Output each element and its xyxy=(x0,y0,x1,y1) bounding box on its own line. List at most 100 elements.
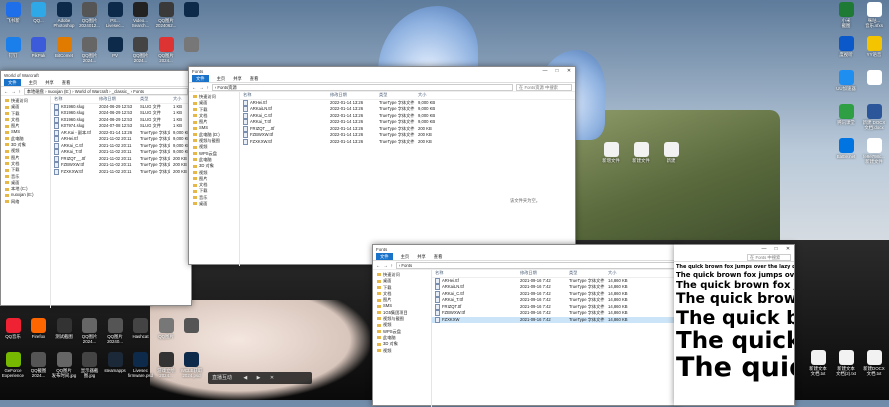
desktop-icon[interactable]: Battle.net xyxy=(833,138,859,159)
file-row[interactable]: FZXKXW.ttf 2021-11-02 20:11 TrueType 字体文件2… xyxy=(51,168,191,176)
title-bar[interactable]: Fonts xyxy=(373,245,678,253)
desktop-icon[interactable]: QQ图片 2024... xyxy=(77,318,103,344)
explorer-window-front[interactable]: Fonts 文件 主页 共享 查看 ← → ↑ › Fonts 快速访问 桌面 下载 文档 图片 S… xyxy=(372,244,679,407)
desktop-icon[interactable]: QQ图片 发布时间.jpg xyxy=(51,352,77,378)
nav-item[interactable]: 桌面 xyxy=(189,201,239,207)
desktop-icon[interactable]: BitComet xyxy=(51,37,77,58)
close-icon[interactable]: ✕ xyxy=(563,68,575,74)
desktop-icon[interactable]: fe8e798c... 新建文件 xyxy=(861,138,887,164)
ribbon-tab[interactable]: 查看 xyxy=(250,76,259,82)
ribbon-tab[interactable]: 共享 xyxy=(233,76,242,82)
ribbon-tab[interactable]: 主页 xyxy=(29,80,38,86)
file-row[interactable]: FZXKXW 2021-09-16 7:42 TrueType 字体文件 14,860… xyxy=(432,316,678,323)
desktop-icon[interactable]: QQ图片 2024012... xyxy=(77,2,103,28)
desktop-icon[interactable]: 小米 截图 xyxy=(833,2,859,28)
up-arrow-icon[interactable]: ↑ xyxy=(207,85,209,90)
controls-icon[interactable]: ◀ ▶ ✕ xyxy=(243,375,278,381)
column-header-cell[interactable]: 修改日期 xyxy=(327,92,376,99)
desktop-icon[interactable]: 咪咕... 音乐.sfxs xyxy=(861,2,887,28)
desktop-icon[interactable]: 新建 xyxy=(658,142,684,163)
column-header-cell[interactable]: 修改日期 xyxy=(517,270,566,277)
title-bar[interactable]: — □ ✕ xyxy=(674,245,794,253)
desktop-icon[interactable] xyxy=(179,37,205,53)
address-path[interactable]: 本地磁盘 › nuoxjan (E:) › World of Warcraft … xyxy=(23,87,188,95)
desktop-icon[interactable]: QQ图片 2024062... xyxy=(153,2,179,28)
nav-item[interactable]: 视频 xyxy=(373,348,431,354)
close-icon[interactable]: ✕ xyxy=(782,246,794,252)
desktop-icon[interactable]: 新建文件 xyxy=(628,142,654,163)
ribbon-tab[interactable]: 共享 xyxy=(45,80,54,86)
search-input[interactable]: 在 Fonts资源 中搜索 xyxy=(516,83,572,91)
ribbon-tab[interactable]: 文件 xyxy=(192,75,209,82)
minimize-icon[interactable]: — xyxy=(758,246,770,252)
desktop-icon[interactable]: QQ图片 20240... xyxy=(102,318,128,344)
column-header-cell[interactable]: 大小 xyxy=(605,270,638,277)
file-row[interactable]: FZXKXW.ttf 2022-01-14 13:26 TrueType 字体文件 2… xyxy=(240,138,575,146)
font-preview-window[interactable]: — □ ✕ 在 Fonts 中搜索 The quick brown fox jump… xyxy=(674,244,795,406)
desktop-icon[interactable]: 腾讯课堂 xyxy=(833,104,859,125)
nav-item[interactable]: 网络 xyxy=(1,199,50,205)
back-arrow-icon[interactable]: ← xyxy=(4,89,8,94)
ribbon-tab[interactable]: 主页 xyxy=(401,254,410,260)
forward-arrow-icon[interactable]: → xyxy=(199,85,203,90)
desktop-icon[interactable]: PS... Livesec... xyxy=(102,2,128,28)
desktop-icon[interactable]: PV xyxy=(102,37,128,58)
address-path[interactable]: › Fonts资源 xyxy=(211,83,513,91)
address-path[interactable]: › Fonts xyxy=(395,261,675,269)
desktop-icon[interactable]: 测试截图 xyxy=(51,318,77,339)
address-bar[interactable]: ← → ↑ › Fonts资源 在 Fonts资源 中搜索 xyxy=(189,83,575,92)
ribbon-tab[interactable]: 文件 xyxy=(376,253,393,260)
desktop-icon[interactable]: GeForce Experience xyxy=(0,352,26,378)
back-arrow-icon[interactable]: ← xyxy=(376,263,380,268)
ribbon-tab[interactable]: 文件 xyxy=(4,79,21,86)
column-header-cell[interactable]: 大小 xyxy=(415,92,448,99)
maximize-icon[interactable]: □ xyxy=(770,246,782,252)
desktop-icon[interactable]: 新建文本 文档(2).txt xyxy=(833,350,859,376)
maximize-icon[interactable]: □ xyxy=(551,68,563,74)
minimize-icon[interactable]: — xyxy=(539,68,551,74)
desktop-icon[interactable]: Video... Search... xyxy=(128,2,154,28)
desktop-icon[interactable]: 新建文本 文档.txt xyxy=(805,350,831,376)
desktop-icon[interactable]: 新建 DOCX 文档.docx xyxy=(861,104,887,130)
address-bar[interactable]: ← → ↑ › Fonts xyxy=(373,261,678,270)
address-bar[interactable]: ← → ↑ 本地磁盘 › nuoxjan (E:) › World of Warcra… xyxy=(1,87,191,96)
desktop-icon[interactable]: steamapps xyxy=(102,352,128,373)
search-bar[interactable]: 在 Fonts 中搜索 xyxy=(674,253,794,262)
desktop-icon[interactable]: QQ图片 2024... xyxy=(128,37,154,63)
desktop-icon[interactable]: 游戏立绘 2024... xyxy=(153,352,179,378)
desktop-icon[interactable] xyxy=(179,2,205,18)
desktop-icon[interactable]: PikPak xyxy=(26,37,52,58)
ribbon-tab[interactable]: 共享 xyxy=(417,254,426,260)
desktop-icon[interactable]: QQ图片 xyxy=(153,318,179,339)
column-header-cell[interactable]: 名称 xyxy=(51,96,96,103)
desktop-icon[interactable]: 新建DOCX 文档.txt xyxy=(861,350,887,376)
search-input[interactable]: 在 Fonts 中搜索 xyxy=(747,253,791,261)
desktop-icon[interactable]: QQ图片 2024... xyxy=(153,37,179,63)
column-header-cell[interactable]: 名称 xyxy=(432,270,517,277)
desktop-icon[interactable]: 显示器截图.jpg xyxy=(77,352,103,378)
column-header-cell[interactable]: 类型 xyxy=(137,96,170,103)
desktop-icon[interactable]: 度视听 xyxy=(833,36,859,57)
desktop-icon[interactable]: Livesec firmware.psd xyxy=(128,352,154,378)
desktop-icon[interactable]: Adobe Photoshop xyxy=(51,2,77,28)
forward-arrow-icon[interactable]: → xyxy=(383,263,387,268)
desktop-icon[interactable] xyxy=(861,70,887,86)
ribbon-tab[interactable]: 主页 xyxy=(217,76,226,82)
explorer-window-mid[interactable]: Fonts — □ ✕ 文件 主页 共享 查看 ← → ↑ › Fonts资源 在 Fonts… xyxy=(188,66,576,266)
column-header-cell[interactable]: 名称 xyxy=(240,92,327,99)
desktop-icon[interactable]: 飞书新 xyxy=(0,2,26,23)
desktop-icon[interactable] xyxy=(179,318,205,334)
back-arrow-icon[interactable]: ← xyxy=(192,85,196,90)
desktop-icon[interactable]: WCLE获取 2024.psd xyxy=(179,352,205,378)
desktop-icon[interactable]: Firefox xyxy=(26,318,52,339)
live-interaction-bar[interactable]: 直播互动 ◀ ▶ ✕ xyxy=(208,372,312,384)
up-arrow-icon[interactable]: ↑ xyxy=(391,263,393,268)
desktop-icon[interactable]: 钉钉 xyxy=(0,37,26,58)
desktop-icon[interactable]: UU加速器 xyxy=(833,70,859,91)
column-header-cell[interactable]: 修改日期 xyxy=(96,96,137,103)
desktop-icon[interactable]: QQ图片 2024... xyxy=(77,37,103,63)
desktop-icon[interactable]: Hashcat xyxy=(128,318,154,339)
desktop-icon[interactable]: 新增文件 xyxy=(598,142,624,163)
desktop-icon[interactable]: QQ音乐 xyxy=(0,318,26,339)
explorer-window-back[interactable]: World of Warcraft 文件 主页 共享 查看 ← → ↑ 本地磁盘 › nuo… xyxy=(0,70,192,308)
